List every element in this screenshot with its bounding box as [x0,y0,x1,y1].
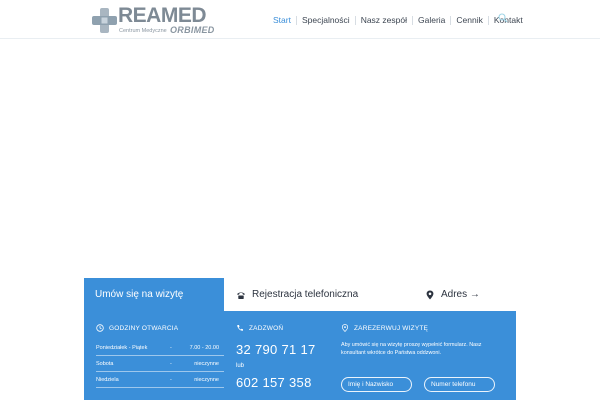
info-tabs: Umów się na wizytę Rejestracja telefonic… [84,278,516,311]
search-icon[interactable] [498,13,508,23]
tab-appointment-label: Umów się na wizytę [95,289,184,300]
location-icon [341,324,349,332]
hours-row: Sobota - nieczynne [96,356,224,372]
nav-item-start[interactable]: Start [268,13,296,27]
logo-subtitle: Centrum Medyczne [119,28,167,34]
medical-cross-icon [92,8,117,33]
hero-banner [0,40,600,278]
tab-address[interactable]: Adres → [396,278,516,311]
nav-item-galeria[interactable]: Galeria [413,13,450,27]
telephone-icon [237,291,245,299]
hours-row: Poniedziałek - Piątek - 7.00 - 20.00 [96,340,224,356]
main-nav: Start Specjalności Nasz zespół Galeria C… [268,12,528,28]
hours-row: Niedziela - nieczynne [96,372,224,388]
hours-time: 7.00 - 20.00 [189,345,219,351]
info-panel: GODZINY OTWARCIA Poniedziałek - Piątek -… [84,311,516,400]
hours-day: Sobota [96,361,114,367]
tab-phone-registration[interactable]: Rejestracja telefoniczna [224,278,396,311]
tab-phone-label: Rejestracja telefoniczna [252,289,359,300]
hours-time: nieczynne [194,377,219,383]
hours-heading-label: GODZINY OTWARCIA [109,324,179,332]
nav-item-kontakt[interactable]: Kontakt [489,13,528,27]
reserve-heading-label: ZAREZERWUJ WIZYTĘ [354,324,429,332]
clock-icon [96,324,104,332]
nav-item-nasz-zespol[interactable]: Nasz zespół [356,13,412,27]
hours-heading: GODZINY OTWARCIA [96,324,178,332]
phone-or-label: lub [236,363,245,369]
site-header: REAMED Centrum Medyczne ORBIMED Start Sp… [0,0,600,39]
hours-dash: - [170,377,172,383]
nav-item-cennik[interactable]: Cennik [451,13,487,27]
logo[interactable]: REAMED Centrum Medyczne ORBIMED [91,4,219,35]
call-heading: ZADZWOŃ [236,324,283,332]
hours-day: Poniedziałek - Piątek [96,345,148,351]
hours-dash: - [170,361,172,367]
phone-number-secondary[interactable]: 602 157 358 [236,375,312,390]
tab-address-label: Adres → [441,289,480,300]
nav-item-specjalnosci[interactable]: Specjalności [297,13,355,27]
reserve-heading: ZAREZERWUJ WIZYTĘ [341,324,428,332]
map-pin-icon [426,290,434,299]
hours-table: Poniedziałek - Piątek - 7.00 - 20.00 Sob… [96,340,224,388]
hours-dash: - [170,345,172,351]
phone-number-primary[interactable]: 32 790 71 17 [236,342,316,357]
phone-call-icon [237,325,243,331]
tab-appointment[interactable]: Umów się na wizytę [84,278,224,311]
reserve-description: Aby umówić się na wizytę proszę wypełnić… [341,342,482,356]
logo-sub-brand: ORBIMED [170,25,215,35]
hours-time: nieczynne [194,361,219,367]
call-heading-label: ZADZWOŃ [249,324,284,332]
phone-input[interactable]: Numer telefonu [424,377,495,392]
hours-day: Niedziela [96,377,119,383]
name-input[interactable]: Imię i Nazwisko [341,377,412,392]
